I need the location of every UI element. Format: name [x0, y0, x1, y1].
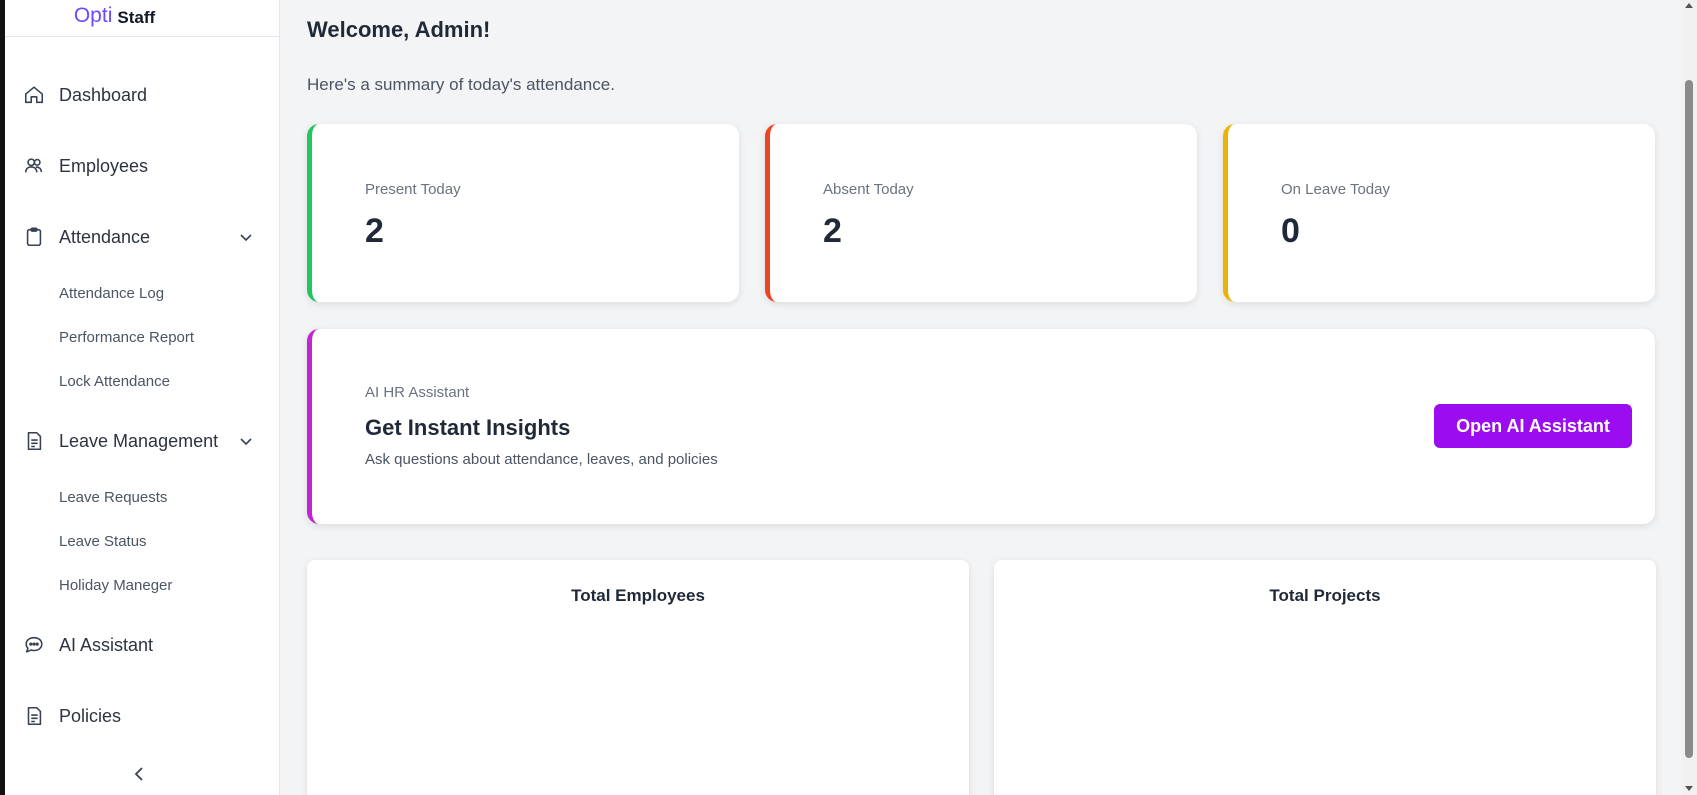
ai-card-kicker: AI HR Assistant: [365, 384, 470, 401]
stat-title: On Leave Today: [1281, 181, 1390, 198]
total-projects-panel: Total Projects: [994, 560, 1656, 795]
home-icon: [24, 86, 44, 104]
sidebar: Opti Staff Dashboard Employees Attendanc…: [5, 0, 280, 795]
sidebar-item-label: AI Assistant: [59, 634, 154, 655]
sidebar-item-label: Leave Management: [59, 430, 219, 451]
sidebar-item-policies[interactable]: Policies: [5, 696, 280, 736]
ai-assistant-card: AI HR Assistant Get Instant Insights Ask…: [307, 329, 1655, 524]
stat-title: Absent Today: [823, 181, 914, 198]
stat-value: 2: [823, 212, 842, 250]
page-subtitle: Here's a summary of today's attendance.: [307, 75, 615, 94]
stat-title: Present Today: [365, 181, 461, 198]
sidebar-item-label: Dashboard: [59, 84, 148, 105]
stat-card-absent: Absent Today 2: [765, 124, 1197, 302]
stat-card-on-leave: On Leave Today 0: [1223, 124, 1655, 302]
stat-value: 0: [1281, 212, 1300, 250]
total-employees-panel: Total Employees: [307, 560, 969, 795]
sidebar-subitem-holiday-manager[interactable]: Holiday Maneger: [59, 577, 172, 594]
chevron-down-icon[interactable]: [238, 229, 254, 245]
scroll-down-arrow-icon[interactable]: [1685, 786, 1693, 791]
sidebar-subitem-leave-status[interactable]: Leave Status: [59, 533, 147, 550]
sidebar-subitem-lock-attendance[interactable]: Lock Attendance: [59, 373, 170, 390]
page-title: Welcome, Admin!: [307, 17, 491, 42]
clipboard-icon: [26, 227, 42, 247]
main-content: Welcome, Admin! Here's a summary of toda…: [280, 0, 1681, 795]
chevron-down-icon[interactable]: [238, 433, 254, 449]
users-icon: [24, 158, 43, 173]
collapse-sidebar-chevron-left-icon[interactable]: [131, 764, 147, 784]
sidebar-item-label: Policies: [59, 705, 122, 726]
stat-value: 2: [365, 212, 384, 250]
sidebar-item-attendance[interactable]: Attendance: [5, 217, 280, 257]
vertical-scrollbar[interactable]: [1681, 0, 1697, 795]
scrollbar-thumb[interactable]: [1685, 80, 1693, 758]
sidebar-item-label: Attendance: [59, 226, 151, 247]
sidebar-subitem-performance-report[interactable]: Performance Report: [59, 329, 194, 346]
ai-card-subtext: Ask questions about attendance, leaves, …: [365, 451, 718, 468]
ai-card-heading: Get Instant Insights: [365, 415, 571, 440]
scroll-up-arrow-icon[interactable]: [1685, 3, 1693, 8]
panel-title: Total Employees: [571, 586, 705, 605]
document-icon: [27, 431, 42, 451]
sidebar-item-employees[interactable]: Employees: [5, 146, 280, 186]
chat-icon: [25, 636, 43, 653]
sidebar-subitem-attendance-log[interactable]: Attendance Log: [59, 285, 164, 302]
sidebar-item-ai-assistant[interactable]: AI Assistant: [5, 625, 280, 665]
document-icon: [27, 706, 42, 726]
stat-card-present: Present Today 2: [307, 124, 739, 302]
sidebar-item-dashboard[interactable]: Dashboard: [5, 75, 280, 115]
open-ai-assistant-button[interactable]: Open AI Assistant: [1434, 404, 1632, 448]
brand-part1: Opti: [73, 4, 113, 27]
brand-logo[interactable]: Opti Staff: [5, 0, 279, 37]
sidebar-item-label: Employees: [59, 155, 149, 176]
sidebar-subitem-leave-requests[interactable]: Leave Requests: [59, 489, 167, 506]
panel-title: Total Projects: [1269, 586, 1381, 605]
brand-part2: Staff: [117, 8, 156, 27]
sidebar-item-leave-management[interactable]: Leave Management: [5, 421, 280, 461]
